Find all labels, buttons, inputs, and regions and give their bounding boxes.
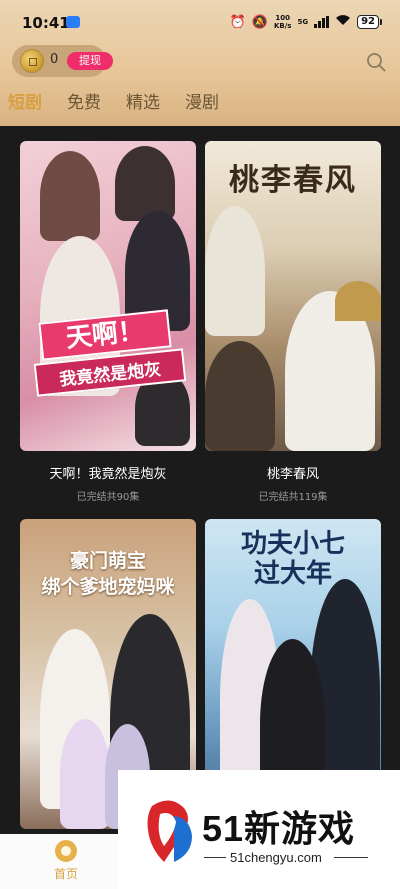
poster-title-line1: 豪门萌宝 bbox=[69, 550, 146, 572]
drama-card[interactable]: 天啊！ 我竟然是炮灰 天啊！我竟然是炮灰 已完结共90集 bbox=[20, 141, 196, 503]
drama-poster[interactable]: 天啊！ 我竟然是炮灰 bbox=[20, 141, 196, 451]
drama-title: 天啊！我竟然是炮灰 bbox=[49, 467, 167, 482]
watermark: 51新游戏 51chengyu.com bbox=[118, 770, 400, 889]
drama-episodes: 已完结共119集 bbox=[258, 492, 328, 503]
withdraw-button[interactable]: 提现 bbox=[67, 52, 113, 70]
battery-icon: 92 bbox=[357, 15, 382, 29]
category-tabs: 短剧 免费 精选 漫剧 bbox=[8, 88, 219, 116]
watermark-brand: 51新游戏 bbox=[202, 808, 356, 849]
coin-count: 0 bbox=[50, 52, 59, 67]
drama-episodes: 已完结共90集 bbox=[76, 492, 140, 503]
tab-featured[interactable]: 精选 bbox=[126, 88, 160, 116]
app-notification-icon bbox=[66, 16, 80, 28]
status-bar: 10:41 ⏰ 🔕 100 KB/s 5G 92 bbox=[0, 0, 400, 44]
watermark-divider bbox=[204, 857, 226, 858]
nav-home-label: 首页 bbox=[53, 867, 78, 881]
tab-short-drama[interactable]: 短剧 bbox=[8, 88, 42, 116]
nav-home[interactable]: 首页 bbox=[44, 840, 88, 882]
status-icons: ⏰ 🔕 100 KB/s 5G 92 bbox=[230, 12, 382, 32]
watermark-divider bbox=[334, 857, 368, 858]
poster-title-line2: 过大年 bbox=[253, 559, 332, 589]
watermark-logo-icon bbox=[147, 800, 192, 862]
status-time: 10:41 bbox=[22, 14, 70, 32]
drama-card[interactable]: 桃李春风 桃李春风 已完结共119集 bbox=[205, 141, 381, 503]
network-speed-value: 100 bbox=[275, 14, 291, 22]
alarm-icon: ⏰ bbox=[229, 14, 246, 30]
wifi-icon bbox=[335, 14, 351, 30]
coin-balance-pill[interactable]: 0 提现 bbox=[12, 45, 113, 77]
coin-icon bbox=[20, 49, 44, 73]
signal-icon bbox=[314, 16, 330, 28]
poster-title: 桃李春风 bbox=[229, 163, 357, 198]
drama-poster[interactable]: 桃李春风 bbox=[205, 141, 381, 451]
tab-comic-drama[interactable]: 漫剧 bbox=[185, 88, 219, 116]
search-icon[interactable] bbox=[366, 52, 386, 72]
network-speed: 100 KB/s bbox=[274, 14, 291, 30]
home-icon bbox=[55, 840, 77, 862]
battery-level: 92 bbox=[357, 15, 379, 29]
network-type: 5G bbox=[297, 18, 309, 26]
poster-title-line2: 绑个爹地宠妈咪 bbox=[41, 576, 175, 598]
mute-icon: 🔕 bbox=[251, 14, 268, 30]
network-speed-unit: KB/s bbox=[273, 22, 292, 30]
drama-title: 桃李春风 bbox=[266, 467, 319, 482]
tab-free[interactable]: 免费 bbox=[67, 88, 101, 116]
poster-title-line1: 功夫小七 bbox=[240, 529, 345, 559]
watermark-domain: 51chengyu.com bbox=[230, 850, 322, 865]
